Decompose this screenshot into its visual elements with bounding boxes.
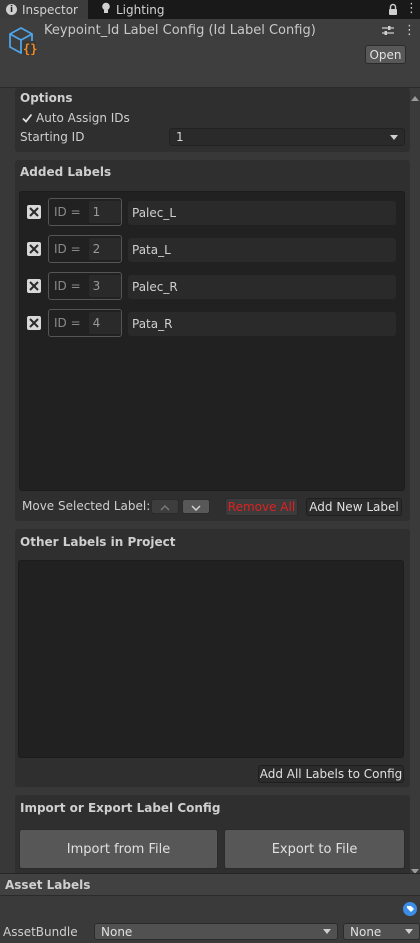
list-item[interactable]: ID = 4 Pata_R (20, 309, 406, 338)
id-prefix: ID = (54, 242, 81, 256)
label-name-input[interactable]: Palec_R (128, 275, 396, 299)
chevron-down-icon (191, 500, 201, 514)
asset-labels-section: Asset Labels AssetBundle None None (0, 873, 420, 943)
tab-bar: i Inspector Lighting ⋮ (0, 0, 420, 19)
info-icon: i (6, 4, 17, 15)
auto-assign-label: Auto Assign IDs (36, 111, 130, 125)
label-name-input[interactable]: Pata_R (128, 312, 396, 336)
scroll-up-icon[interactable] (411, 90, 419, 104)
tab-lighting[interactable]: Lighting (95, 0, 175, 19)
remove-label-icon[interactable] (27, 279, 41, 293)
labels-list[interactable]: ID = 1 Palec_L ID = 2 Pata_L ID = 3 Pale… (19, 191, 405, 491)
kebab-menu-icon[interactable]: ⋮ (405, 1, 418, 17)
auto-assign-checkbox[interactable] (21, 112, 33, 124)
lock-icon[interactable] (388, 3, 398, 19)
asset-title: Keypoint_Id Label Config (Id Label Confi… (44, 23, 316, 38)
variant-value: None (350, 924, 382, 939)
chevron-down-icon (405, 929, 413, 934)
bulb-icon (101, 2, 111, 17)
list-item[interactable]: ID = 1 Palec_L (20, 198, 406, 227)
id-prefix: ID = (54, 205, 81, 219)
other-labels-panel: Other Labels in Project Add All Labels t… (15, 529, 410, 787)
svg-text:{}: {} (23, 42, 37, 56)
added-labels-title: Added Labels (20, 165, 112, 179)
tab-label: Lighting (116, 2, 165, 17)
asset-icon: {} (7, 25, 37, 60)
id-value[interactable]: 2 (88, 238, 121, 260)
add-new-label-button[interactable]: Add New Label (306, 498, 402, 516)
open-button[interactable]: Open (365, 45, 406, 64)
id-field: ID = 1 (48, 198, 122, 226)
chevron-down-icon (323, 929, 331, 934)
options-panel: Options Auto Assign IDs Starting ID 1 (15, 88, 410, 152)
assetbundle-value: None (101, 924, 133, 939)
id-value[interactable]: 4 (88, 312, 121, 334)
variant-dropdown[interactable]: None (343, 923, 420, 940)
id-prefix: ID = (54, 279, 81, 293)
other-labels-title: Other Labels in Project (20, 535, 176, 549)
assetbundle-label: AssetBundle (3, 925, 78, 939)
asset-labels-title: Asset Labels (5, 878, 91, 892)
id-field: ID = 4 (48, 309, 122, 337)
asset-labels-header: Asset Labels (0, 874, 420, 896)
id-value[interactable]: 1 (88, 201, 121, 223)
label-name-input[interactable]: Pata_L (128, 238, 396, 262)
move-down-button[interactable] (182, 499, 210, 514)
starting-id-label: Starting ID (20, 130, 85, 144)
remove-label-icon[interactable] (27, 205, 41, 219)
id-prefix: ID = (54, 316, 81, 330)
starting-id-dropdown[interactable]: 1 (169, 128, 405, 146)
label-name-input[interactable]: Palec_L (128, 201, 396, 225)
inspector-header: {} Keypoint_Id Label Config (Id Label Co… (0, 19, 420, 88)
tab-inspector[interactable]: i Inspector (0, 0, 88, 19)
import-export-title: Import or Export Label Config (20, 801, 221, 815)
id-field: ID = 2 (48, 235, 122, 263)
list-item[interactable]: ID = 3 Palec_R (20, 272, 406, 301)
move-up-button[interactable] (151, 499, 179, 514)
chevron-down-icon (390, 134, 398, 140)
add-all-labels-button[interactable]: Add All Labels to Config (258, 765, 404, 783)
other-labels-list[interactable] (18, 560, 404, 758)
id-value[interactable]: 3 (88, 275, 121, 297)
settings-sliders-icon[interactable] (382, 25, 394, 39)
tab-label: Inspector (22, 2, 78, 17)
export-to-file-button[interactable]: Export to File (224, 829, 405, 869)
added-labels-panel: Added Labels ID = 1 Palec_L ID = 2 Pata_… (15, 160, 410, 521)
chevron-up-icon (160, 500, 170, 514)
kebab-menu-icon[interactable]: ⋮ (403, 23, 416, 39)
options-title: Options (20, 91, 73, 105)
starting-id-value: 1 (176, 130, 184, 144)
move-selected-label: Move Selected Label: (22, 499, 151, 513)
assetbundle-dropdown[interactable]: None (94, 923, 338, 940)
remove-label-icon[interactable] (27, 316, 41, 330)
id-field: ID = 3 (48, 272, 122, 300)
tag-icon[interactable] (403, 902, 417, 919)
import-export-panel: Import or Export Label Config Import fro… (15, 795, 410, 873)
import-from-file-button[interactable]: Import from File (19, 829, 218, 869)
inspector-scrollbar[interactable] (410, 88, 420, 874)
remove-all-button[interactable]: Remove All (225, 498, 298, 516)
list-item[interactable]: ID = 2 Pata_L (20, 235, 406, 264)
remove-label-icon[interactable] (27, 242, 41, 256)
